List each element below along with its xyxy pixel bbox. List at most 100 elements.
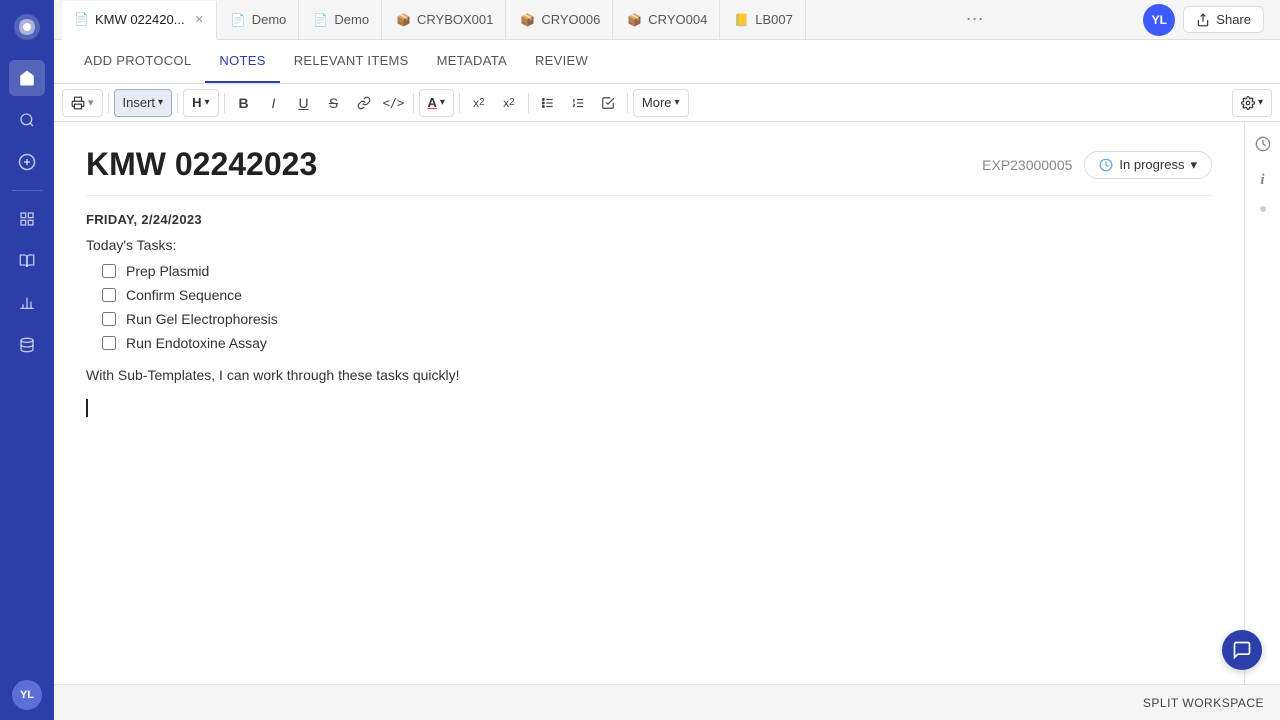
chat-icon bbox=[1232, 640, 1252, 660]
heading-arrow: ▾ bbox=[204, 97, 209, 108]
info-icon[interactable]: i bbox=[1249, 166, 1277, 194]
sidebar-item-chart[interactable] bbox=[9, 285, 45, 321]
ordered-list-button[interactable] bbox=[564, 89, 592, 117]
toolbar-sep-5 bbox=[459, 93, 460, 113]
underline-button[interactable]: U bbox=[290, 89, 318, 117]
clock-icon[interactable] bbox=[1249, 130, 1277, 158]
nav-metadata[interactable]: METADATA bbox=[423, 40, 521, 83]
checkbox-run-gel[interactable] bbox=[102, 312, 116, 326]
sidebar-item-storage[interactable] bbox=[9, 327, 45, 363]
status-label: In progress bbox=[1119, 157, 1184, 172]
toolbar-sep-6 bbox=[528, 93, 529, 113]
tab-bar: 📄 KMW 022420... ✕ 📄 Demo 📄 Demo 📦 CRYBOX… bbox=[54, 0, 1280, 40]
strikethrough-button[interactable]: S bbox=[320, 89, 348, 117]
print-arrow: ▾ bbox=[88, 96, 94, 109]
checklist-item-4: Run Endotoxine Assay bbox=[102, 335, 1212, 351]
tab-cryo006-icon: 📦 bbox=[520, 13, 535, 27]
sidebar-item-search[interactable] bbox=[9, 102, 45, 138]
chat-button[interactable] bbox=[1222, 630, 1262, 670]
italic-button[interactable]: I bbox=[260, 89, 288, 117]
sidebar-item-grid[interactable] bbox=[9, 201, 45, 237]
tab-more-button[interactable]: ⋯ bbox=[958, 9, 992, 30]
sidebar-item-home[interactable] bbox=[9, 60, 45, 96]
checklist-item-2: Confirm Sequence bbox=[102, 287, 1212, 303]
share-button[interactable]: Share bbox=[1183, 6, 1264, 33]
link-button[interactable] bbox=[350, 89, 378, 117]
tab-kmw-icon: 📄 bbox=[74, 12, 89, 26]
code-button[interactable]: </> bbox=[380, 89, 408, 117]
tab-demo2-icon: 📄 bbox=[313, 13, 328, 27]
sidebar-item-notebook[interactable] bbox=[9, 243, 45, 279]
status-badge[interactable]: In progress ▾ bbox=[1084, 151, 1212, 179]
date-heading: FRIDAY, 2/24/2023 bbox=[86, 212, 1212, 227]
tab-lb007[interactable]: 📒 LB007 bbox=[722, 0, 806, 39]
subscript-button[interactable]: x2 bbox=[465, 89, 493, 117]
tab-demo2[interactable]: 📄 Demo bbox=[301, 0, 382, 39]
ordered-list-icon bbox=[571, 96, 585, 110]
toolbar-sep-2 bbox=[177, 93, 178, 113]
document-content[interactable]: KMW 02242023 EXP23000005 In progress ▾ F… bbox=[54, 122, 1244, 684]
font-color-button[interactable]: A ▾ bbox=[419, 89, 454, 117]
settings-button[interactable]: ▾ bbox=[1232, 89, 1272, 117]
share-label: Share bbox=[1216, 12, 1251, 27]
superscript-button[interactable]: x2 bbox=[495, 89, 523, 117]
toolbar-sep-4 bbox=[413, 93, 414, 113]
content-wrapper: KMW 02242023 EXP23000005 In progress ▾ F… bbox=[54, 122, 1280, 684]
tab-kmw[interactable]: 📄 KMW 022420... ✕ bbox=[62, 1, 217, 40]
insert-button[interactable]: Insert ▾ bbox=[114, 89, 173, 117]
sidebar-user-avatar[interactable]: YL bbox=[12, 680, 42, 710]
tab-crybox001[interactable]: 📦 CRYBOX001 bbox=[384, 0, 506, 39]
header-right: YL Share bbox=[1143, 4, 1272, 36]
heading-label: H bbox=[192, 95, 201, 110]
print-button[interactable]: ▾ bbox=[62, 89, 103, 117]
heading-button[interactable]: H ▾ bbox=[183, 89, 218, 117]
document-meta: EXP23000005 In progress ▾ bbox=[982, 151, 1212, 179]
user-avatar[interactable]: YL bbox=[1143, 4, 1175, 36]
task-label: Today's Tasks: bbox=[86, 237, 1212, 253]
document-header: KMW 02242023 EXP23000005 In progress ▾ bbox=[86, 146, 1212, 196]
tab-cryo004-label: CRYO004 bbox=[648, 12, 707, 27]
bold-button[interactable]: B bbox=[230, 89, 258, 117]
checkbox-prep-plasmid[interactable] bbox=[102, 264, 116, 278]
checklist-label-3: Run Gel Electrophoresis bbox=[126, 311, 278, 327]
tab-kmw-label: KMW 022420... bbox=[95, 12, 185, 27]
nav-review[interactable]: REVIEW bbox=[521, 40, 602, 83]
checklist-icon bbox=[601, 96, 615, 110]
nav-notes[interactable]: NOTES bbox=[205, 40, 279, 83]
dot-indicator bbox=[1260, 206, 1266, 212]
sidebar-logo[interactable] bbox=[10, 10, 44, 44]
document-title: KMW 02242023 bbox=[86, 146, 317, 183]
split-workspace-button[interactable]: SPLIT WORKSPACE bbox=[1143, 696, 1264, 710]
checklist: Prep Plasmid Confirm Sequence Run Gel El… bbox=[102, 263, 1212, 351]
nav-relevant-items[interactable]: RELEVANT ITEMS bbox=[280, 40, 423, 83]
tab-demo1[interactable]: 📄 Demo bbox=[219, 0, 300, 39]
tab-cryo006[interactable]: 📦 CRYO006 bbox=[508, 0, 613, 39]
tab-cryo004[interactable]: 📦 CRYO004 bbox=[615, 0, 720, 39]
bullet-list-button[interactable] bbox=[534, 89, 562, 117]
share-icon bbox=[1196, 13, 1210, 27]
checkbox-run-endo[interactable] bbox=[102, 336, 116, 350]
more-label: More bbox=[642, 95, 672, 110]
checkbox-confirm-seq[interactable] bbox=[102, 288, 116, 302]
link-icon bbox=[357, 96, 371, 110]
font-color-arrow: ▾ bbox=[440, 97, 445, 108]
tab-kmw-close[interactable]: ✕ bbox=[195, 13, 204, 26]
checklist-item-3: Run Gel Electrophoresis bbox=[102, 311, 1212, 327]
toolbar: ▾ Insert ▾ H ▾ B I U S </> A ▾ bbox=[54, 84, 1280, 122]
tab-demo1-icon: 📄 bbox=[231, 13, 246, 27]
sidebar-bottom: YL bbox=[12, 680, 42, 710]
settings-icon bbox=[1241, 96, 1255, 110]
sidebar-divider-1 bbox=[12, 190, 42, 191]
right-panel: i bbox=[1244, 122, 1280, 684]
sidebar: YL bbox=[0, 0, 54, 720]
tab-lb007-label: LB007 bbox=[755, 12, 793, 27]
nav-add-protocol[interactable]: ADD PROTOCOL bbox=[70, 40, 205, 83]
sidebar-item-add[interactable] bbox=[9, 144, 45, 180]
checklist-button[interactable] bbox=[594, 89, 622, 117]
text-cursor bbox=[86, 399, 92, 417]
insert-arrow: ▾ bbox=[158, 97, 163, 108]
tab-cryo004-icon: 📦 bbox=[627, 13, 642, 27]
print-icon bbox=[71, 96, 85, 110]
toolbar-sep-7 bbox=[627, 93, 628, 113]
more-button[interactable]: More ▾ bbox=[633, 89, 689, 117]
